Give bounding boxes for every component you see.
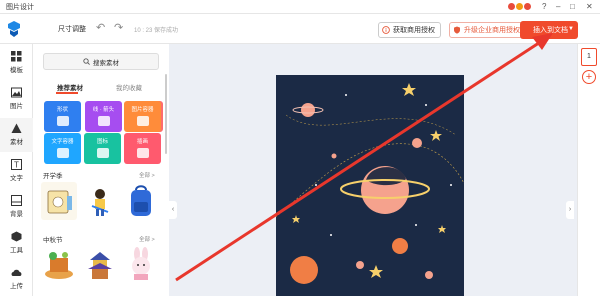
design-canvas[interactable] [276, 75, 464, 296]
help-button[interactable]: ? [542, 1, 546, 13]
save-status: 10 : 23 保存成功 [134, 28, 179, 34]
rail-label: 模板 [10, 67, 23, 74]
rail-label: 图片 [10, 103, 23, 110]
image-icon [11, 87, 22, 98]
pages-panel: 1 + [577, 44, 600, 296]
license-label: 获取商用授权 [393, 27, 435, 34]
app-window: { "window": {"title": "图片设计", "minimize"… [0, 0, 600, 296]
avatar [508, 3, 515, 10]
pagoda-sticker-icon [88, 252, 112, 279]
sticker-thumb[interactable] [41, 182, 77, 220]
calendar-sticker-icon [47, 190, 72, 214]
info-icon [382, 26, 390, 34]
svg-text:T: T [14, 161, 19, 170]
enterprise-license-button[interactable]: 升级企业商用授权 [449, 22, 526, 38]
rail-label: 工具 [10, 247, 23, 254]
avatar [524, 3, 531, 10]
collapse-panel-button[interactable]: ‹ [169, 201, 177, 219]
sections: 开学季 全部 > 中秋节 全部 > [33, 44, 169, 296]
rail-item-text[interactable]: T 文字 [0, 154, 33, 188]
minimize-button[interactable]: – [556, 1, 560, 13]
user-avatars[interactable] [508, 3, 531, 10]
space-illustration [276, 75, 464, 296]
sticker-thumb[interactable] [123, 246, 159, 284]
enterprise-label: 升级企业商用授权 [464, 27, 520, 34]
shapes-icon [11, 123, 22, 133]
section-title: 开学季 [43, 173, 63, 180]
redo-icon[interactable]: ↷ [114, 22, 123, 34]
sticker-thumb[interactable] [123, 182, 159, 220]
rail-item-templates[interactable]: 模板 [0, 46, 33, 80]
shield-icon [454, 26, 460, 34]
rail-item-images[interactable]: 图片 [0, 82, 33, 116]
rail-label: 文字 [10, 175, 23, 182]
student-sticker-icon [91, 189, 109, 216]
license-button[interactable]: 获取商用授权 [378, 22, 441, 38]
section-view-all[interactable]: 全部 > [139, 171, 155, 179]
mooncake-sticker-icon [45, 252, 73, 279]
grid-icon [11, 51, 22, 62]
window-title: 图片设计 [6, 4, 34, 11]
rail-item-tools[interactable]: 工具 [0, 226, 33, 260]
insert-to-document-button[interactable]: 插入到文档 ▼ [520, 21, 578, 39]
rail-label: 背景 [10, 211, 23, 218]
avatar [516, 3, 523, 10]
rail-item-upload[interactable]: 上传 [0, 262, 33, 296]
upload-icon [11, 269, 22, 276]
insert-label: 插入到文档 [533, 27, 568, 34]
rabbit-sticker-icon [132, 247, 150, 280]
rail-item-background[interactable]: 背景 [0, 190, 33, 224]
title-bar: 图片设计 ? – □ ✕ [0, 0, 600, 14]
app-logo-icon [8, 21, 20, 37]
document-name[interactable]: 尺寸调整 [58, 24, 86, 34]
rail-label: 上传 [10, 283, 23, 290]
rail-label: 素材 [10, 139, 23, 146]
section-title: 中秋节 [43, 237, 63, 244]
close-button[interactable]: ✕ [586, 1, 593, 13]
top-toolbar: 尺寸调整 ↶ ↷ 10 : 23 保存成功 获取商用授权 升级企业商用授权 插入… [0, 14, 600, 44]
rail-item-elements[interactable]: 素材 [0, 118, 33, 152]
background-icon [11, 195, 22, 206]
section-view-all[interactable]: 全部 > [139, 235, 155, 243]
sticker-thumb[interactable] [82, 246, 118, 284]
add-page-button[interactable]: + [582, 70, 596, 84]
backpack-sticker-icon [131, 185, 151, 216]
sticker-thumb[interactable] [82, 182, 118, 220]
dropdown-caret-icon[interactable]: ▼ [568, 26, 574, 32]
expand-pages-button[interactable]: › [566, 201, 574, 219]
maximize-button[interactable]: □ [570, 1, 575, 13]
sticker-thumb[interactable] [41, 246, 77, 284]
page-thumbnail[interactable]: 1 [581, 48, 597, 66]
text-icon: T [11, 159, 22, 170]
left-rail: 模板 图片 素材 T 文字 背景 工具 上传 [0, 44, 33, 296]
undo-icon[interactable]: ↶ [96, 22, 105, 34]
tools-icon [11, 231, 22, 242]
